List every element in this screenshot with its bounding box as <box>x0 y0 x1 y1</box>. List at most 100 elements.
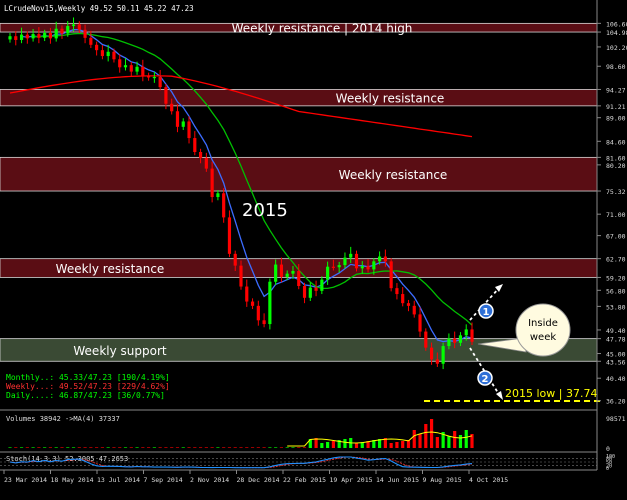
volume-bar <box>222 447 226 448</box>
volume-bar <box>256 447 260 448</box>
price-tick-label: 91.21 <box>606 103 626 111</box>
volume-bar <box>112 447 116 448</box>
candle <box>389 258 393 292</box>
volume-bar <box>83 447 87 448</box>
time-tick-label: 7 Sep 2014 <box>144 476 183 484</box>
price-tick-label: 59.20 <box>606 274 626 282</box>
volume-bar <box>302 447 307 448</box>
price-tick-label: 56.80 <box>606 287 626 295</box>
volume-bar <box>147 447 151 448</box>
volume-bar <box>250 447 255 448</box>
volume-bar <box>279 447 284 448</box>
volume-bar <box>8 447 12 448</box>
volume-bar <box>458 435 463 448</box>
volume-bar <box>227 447 232 448</box>
zone-label-1: Weekly resistance <box>336 92 445 106</box>
marker-2: 2 <box>477 370 493 386</box>
volume-bar <box>141 447 145 448</box>
price-tick-label: 102.20 <box>606 44 627 52</box>
volume-bar <box>326 442 330 448</box>
zone-label-4: Weekly support <box>73 344 166 358</box>
zone-label-2: Weekly resistance <box>339 168 448 182</box>
candle <box>424 328 428 351</box>
time-tick-label: 28 Dec 2014 <box>237 476 280 484</box>
volume-bar <box>435 437 439 448</box>
volume-bar <box>170 447 174 448</box>
time-tick-label: 19 Apr 2015 <box>330 476 373 484</box>
stoch-axis-label: 0 <box>606 466 609 472</box>
price-tick-label: 94.27 <box>606 86 626 94</box>
time-tick-label: 4 Oct 2015 <box>469 476 508 484</box>
window-title: LCrudeNov15,Weekly 49.52 50.11 45.22 47.… <box>4 4 194 13</box>
volume-bar <box>106 447 110 448</box>
candle <box>227 210 232 258</box>
volume-bar <box>100 447 104 448</box>
volume-bar <box>66 447 70 448</box>
volume-bar <box>297 447 301 448</box>
volume-bar <box>135 447 139 448</box>
time-tick-label: 14 Jun 2015 <box>376 476 419 484</box>
callout-line-2: week <box>530 332 556 343</box>
price-tick-label: 43.56 <box>606 358 626 366</box>
volume-bar <box>447 436 451 448</box>
indicator-row: Monthly..: 45.33/47.23 [190/4.19%] <box>6 373 170 382</box>
volume-bar <box>31 447 35 448</box>
volume-bar <box>274 447 278 448</box>
volume-bar <box>123 447 128 448</box>
volume-bar <box>152 447 156 448</box>
zone-label-3: Weekly resistance <box>56 262 165 276</box>
volume-bar <box>19 447 24 448</box>
price-tick-label: 40.40 <box>606 375 626 383</box>
indicator-row: Weekly...: 49.52/47.23 [229/4.62%] <box>6 382 170 391</box>
volume-bar <box>262 447 266 448</box>
volume-bar <box>389 443 393 448</box>
volume-bar <box>14 447 18 448</box>
volume-bar <box>453 431 457 448</box>
volume-bar <box>418 434 422 448</box>
price-tick-label: 47.78 <box>606 336 626 344</box>
price-tick-label: 104.98 <box>606 29 627 37</box>
price-tick-label: 89.00 <box>606 115 626 123</box>
time-tick-label: 23 Mar 2014 <box>4 476 47 484</box>
volume-bar <box>424 424 428 448</box>
volume-bar <box>210 447 214 448</box>
volume-label: Volumes 38942 ->MA(4) 37337 <box>6 415 120 423</box>
volume-bar <box>77 447 81 448</box>
candle <box>268 278 272 330</box>
volume-bar <box>43 447 47 448</box>
volume-bar <box>118 447 122 448</box>
price-tick-label: 80.20 <box>606 162 626 170</box>
volume-bar <box>37 447 41 448</box>
price-tick-label: 53.80 <box>606 303 626 311</box>
volume-bar <box>291 447 295 448</box>
zone-resistance-1 <box>0 89 598 107</box>
price-tick-label: 36.20 <box>606 398 626 406</box>
price-tick-label: 75.32 <box>606 188 626 196</box>
zone-resistance-2 <box>0 156 598 192</box>
volume-bar <box>164 447 168 448</box>
low-label: 2015 low | 37.74 <box>505 387 597 400</box>
volume-axis-label: 98571 <box>606 415 626 423</box>
volume-bar <box>54 447 58 448</box>
chart-window[interactable]: Weekly resistance | 2014 high Weekly resi… <box>0 0 627 500</box>
time-tick-label: 22 Feb 2015 <box>283 476 326 484</box>
volume-bar <box>395 442 399 448</box>
price-tick-label: 49.40 <box>606 327 626 335</box>
volume-bar <box>71 447 76 448</box>
volume-axis-label: 0 <box>606 445 610 453</box>
marker-1-label: 1 <box>483 307 490 318</box>
price-tick-label: 106.60 <box>606 20 627 28</box>
time-tick-label: 9 Aug 2015 <box>423 476 462 484</box>
volume-bar <box>129 447 133 448</box>
time-tick-label: 18 May 2014 <box>51 476 94 484</box>
volume-bar <box>89 447 93 448</box>
time-tick-label: 13 Jul 2014 <box>97 476 140 484</box>
volume-bar <box>60 447 64 448</box>
trading-chart[interactable]: Weekly resistance | 2014 high Weekly resi… <box>0 0 627 500</box>
volume-bar <box>48 447 53 448</box>
volume-bar <box>193 447 197 448</box>
year-label: 2015 <box>242 200 288 221</box>
time-tick-label: 2 Nov 2014 <box>190 476 229 484</box>
volume-bar <box>204 447 208 448</box>
price-tick-label: 71.00 <box>606 211 626 219</box>
